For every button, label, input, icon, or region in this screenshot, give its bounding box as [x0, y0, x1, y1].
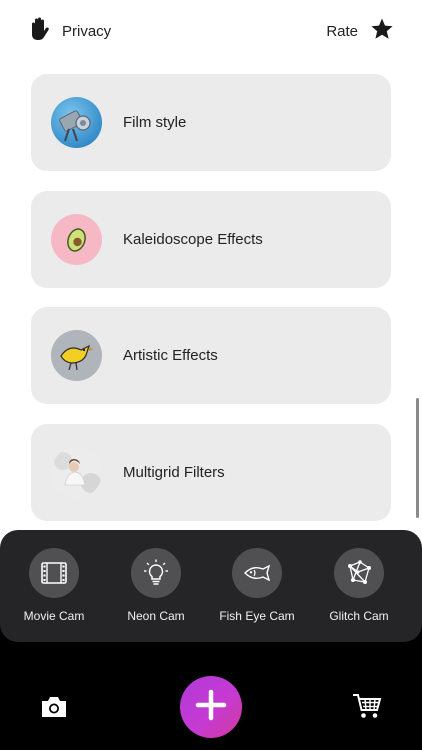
camera-modes-panel: Movie Cam Neon Cam Fish Eye Cam Glitch C…: [0, 530, 422, 642]
movie-cam-button[interactable]: Movie Cam: [11, 548, 97, 623]
rate-button[interactable]: Rate: [326, 18, 394, 44]
cam-label: Fish Eye Cam: [219, 609, 295, 623]
fish-eye-cam-button[interactable]: Fish Eye Cam: [214, 548, 300, 623]
effect-card-artistic[interactable]: Artistic Effects: [31, 307, 391, 404]
neon-cam-button[interactable]: Neon Cam: [113, 548, 199, 623]
privacy-label: Privacy: [62, 22, 112, 40]
fish-icon: [232, 548, 282, 598]
glitch-cam-button[interactable]: Glitch Cam: [316, 548, 402, 623]
cam-label: Neon Cam: [127, 609, 185, 623]
cart-icon: [352, 694, 382, 724]
rate-label: Rate: [326, 22, 358, 40]
effect-card-film-style[interactable]: Film style: [31, 74, 391, 171]
card-label: Multigrid Filters: [123, 464, 225, 481]
plus-icon: [195, 689, 227, 726]
scrollbar[interactable]: [416, 398, 419, 518]
camera-icon: [40, 697, 68, 724]
portrait-thumbnail: [51, 447, 102, 498]
top-bar: Privacy Rate: [0, 0, 422, 62]
card-label: Kaleidoscope Effects: [123, 231, 263, 248]
card-label: Film style: [123, 114, 187, 131]
effect-card-kaleidoscope[interactable]: Kaleidoscope Effects: [31, 191, 391, 288]
privacy-button[interactable]: Privacy: [28, 16, 112, 47]
cam-label: Glitch Cam: [329, 609, 389, 623]
add-button[interactable]: [180, 676, 242, 738]
cam-label: Movie Cam: [23, 609, 85, 623]
card-label: Artistic Effects: [123, 347, 218, 364]
effect-card-multigrid[interactable]: Multigrid Filters: [31, 424, 391, 521]
bird-graffiti-thumbnail: [51, 330, 102, 381]
cart-button[interactable]: [352, 692, 382, 720]
star-icon: [370, 17, 394, 46]
camera-button[interactable]: [40, 694, 68, 720]
hand-icon: [28, 16, 50, 47]
film-frame-icon: [29, 548, 79, 598]
film-projector-thumbnail: [51, 97, 102, 148]
avocado-thumbnail: [51, 214, 102, 265]
lightbulb-icon: [131, 548, 181, 598]
network-icon: [334, 548, 384, 598]
